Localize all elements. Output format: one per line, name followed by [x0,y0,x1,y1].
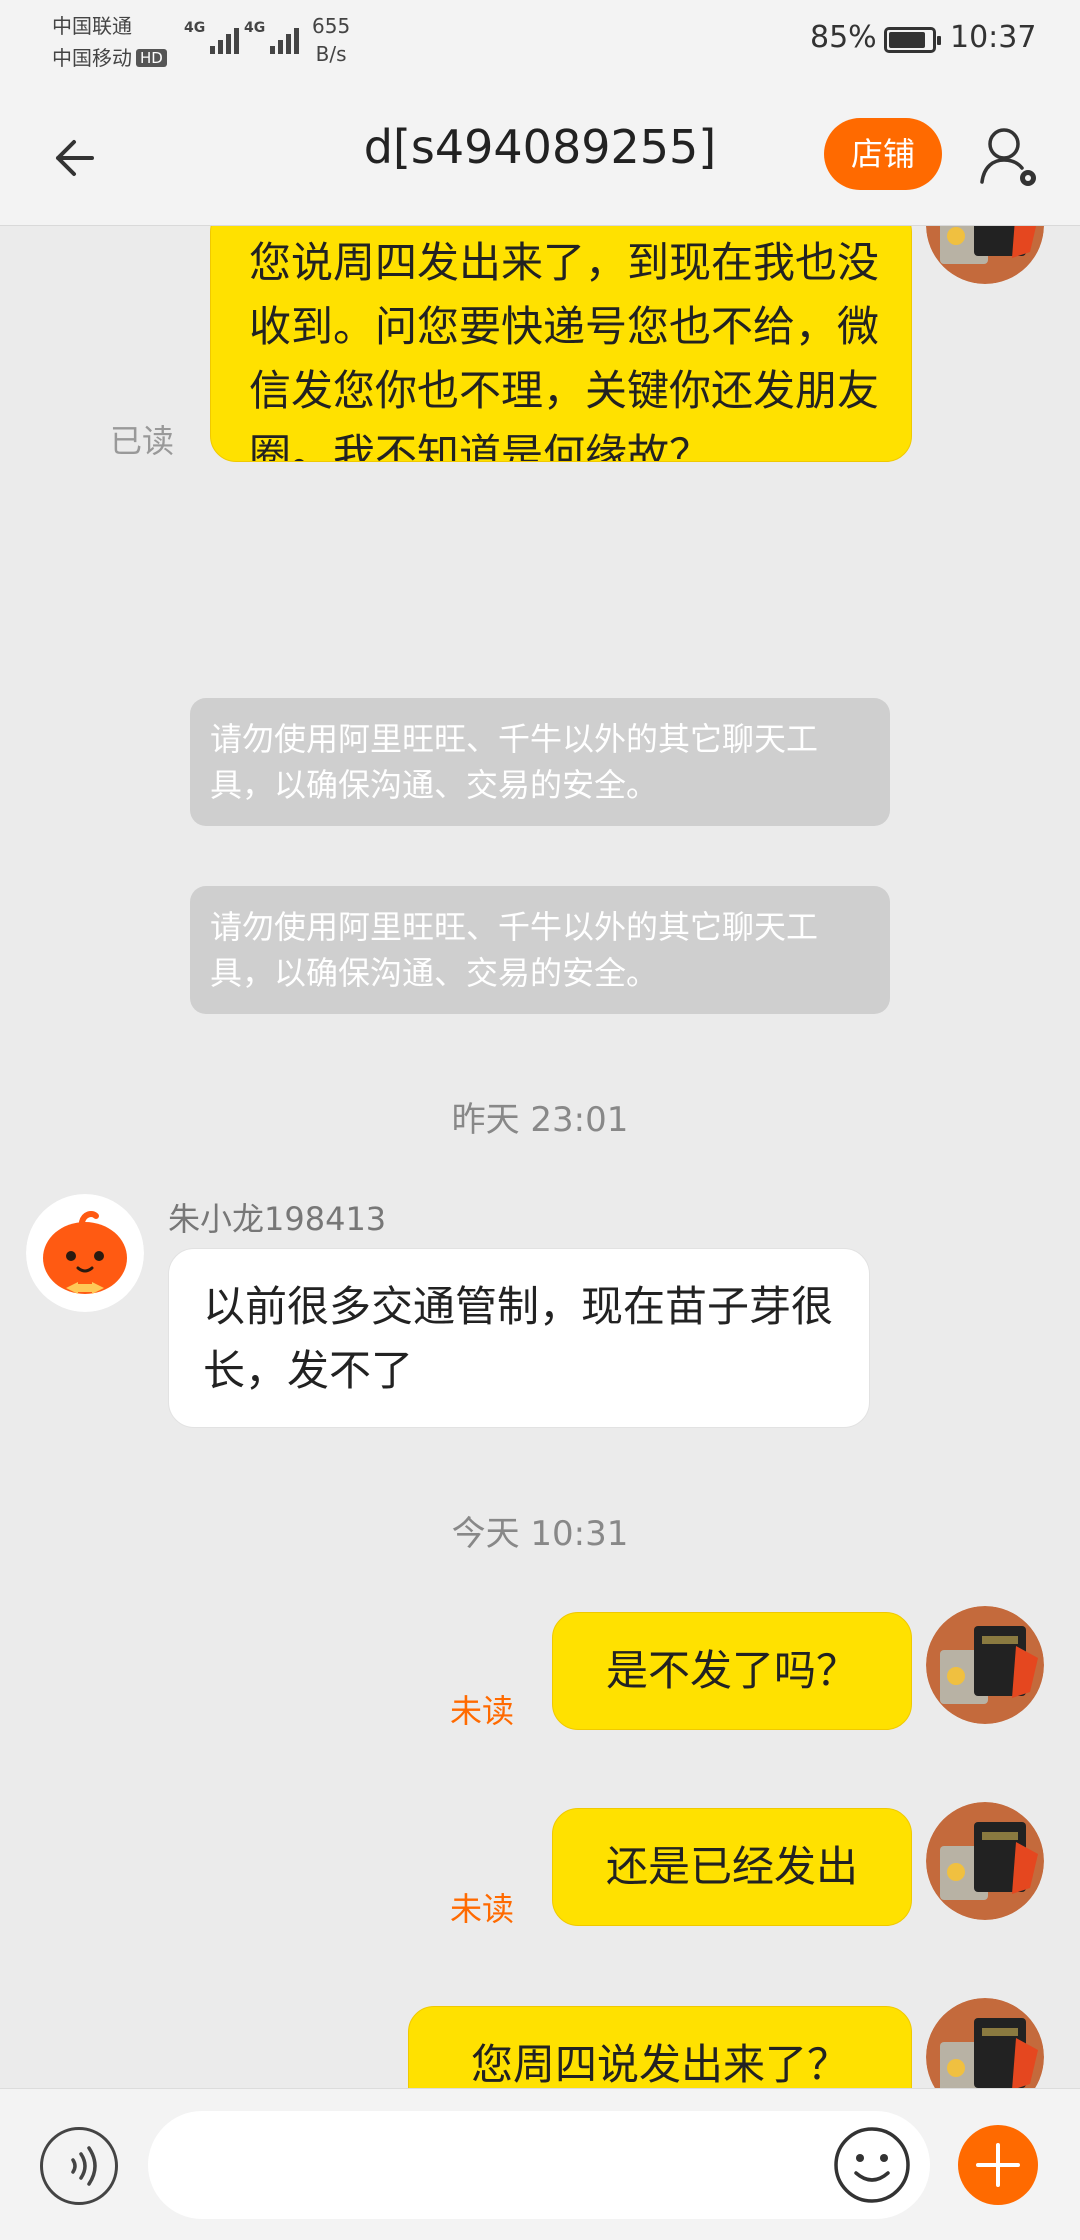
battery-icon [884,27,941,53]
user-settings-button[interactable] [978,122,1042,190]
system-notice: 请勿使用阿里旺旺、千牛以外的其它聊天工具，以确保沟通、交易的安全。 [190,698,890,826]
message-text: 您周四说发出来了？ [470,2040,849,2088]
network-type-2: 4G [244,20,266,36]
shop-avatar-icon [926,1998,1044,2088]
chat-area[interactable]: 朱总您好，我知道这段时间您忙。您说周四发出来了，到现在我也没收到。问您要快递号您… [0,226,1080,2088]
message-bubble-mine[interactable]: 是不发了吗？ [552,1612,912,1730]
my-avatar[interactable] [926,1998,1044,2088]
shop-button[interactable]: 店铺 [824,118,942,190]
message-text: 是不发了吗？ [605,1646,858,1695]
shop-avatar-icon [926,1802,1044,1920]
network-speed: 655 B/s [312,12,350,68]
emoji-button[interactable] [832,2125,912,2205]
voice-wave-icon [71,2146,97,2186]
message-text: 还是已经发出 [605,1842,858,1891]
plus-button[interactable] [958,2125,1038,2205]
read-status: 已读 [110,422,175,460]
system-notice: 请勿使用阿里旺旺、千牛以外的其它聊天工具，以确保沟通、交易的安全。 [190,886,890,1014]
user-gear-icon [980,128,1036,186]
hd-badge: HD [136,49,167,67]
carrier-1: 中国联通 [52,14,132,38]
message-bubble-theirs[interactable]: 以前很多交通管制，现在苗子芽很长，发不了 [168,1248,870,1428]
battery-percent: 85% [810,20,877,55]
signal-1-icon: 4G [184,18,248,58]
message-bubble-mine[interactable]: 您周四说发出来了？ [408,2006,912,2088]
message-bubble-mine[interactable]: 还是已经发出 [552,1808,912,1926]
shop-avatar-icon [926,226,1044,284]
shop-avatar-icon [926,1606,1044,1724]
smiley-icon [834,2127,910,2203]
carrier-info: 中国联通 中国移动 HD [52,10,167,74]
network-speed-unit: B/s [315,42,347,66]
plus-icon [976,2143,1020,2187]
message-bubble-mine[interactable]: 朱总您好，我知道这段时间您忙。您说周四发出来了，到现在我也没收到。问您要快递号您… [210,226,912,462]
my-avatar[interactable] [926,1802,1044,1920]
chat-header: d[s494089255] 店铺 [0,90,1080,226]
timestamp: 今天 10:31 [451,1514,629,1554]
contact-avatar[interactable] [26,1194,144,1312]
my-avatar[interactable] [926,226,1044,284]
carrier-2: 中国移动 [52,46,132,70]
message-text: 朱总您好，我知道这段时间您忙。您说周四发出来了，到现在我也没收到。问您要快递号您… [249,238,880,462]
input-bar [0,2088,1080,2240]
voice-button[interactable] [40,2127,118,2205]
my-avatar[interactable] [926,1606,1044,1724]
clock: 10:37 [950,20,1037,55]
network-speed-value: 655 [312,14,351,38]
message-text: 以前很多交通管制，现在苗子芽很长，发不了 [203,1282,834,1395]
unread-status: 未读 [450,1692,515,1730]
signal-2-icon: 4G [244,18,308,58]
battery-fill [889,32,925,48]
sender-name: 朱小龙198413 [168,1200,387,1238]
pumpkin-avatar-icon [26,1194,144,1312]
unread-status: 未读 [450,1890,515,1928]
status-bar: 中国联通 中国移动 HD 4G 4G 655 B/s 85% 10:37 [0,0,1080,90]
network-type-1: 4G [184,20,206,36]
message-input[interactable] [148,2111,930,2219]
timestamp: 昨天 23:01 [451,1100,629,1140]
